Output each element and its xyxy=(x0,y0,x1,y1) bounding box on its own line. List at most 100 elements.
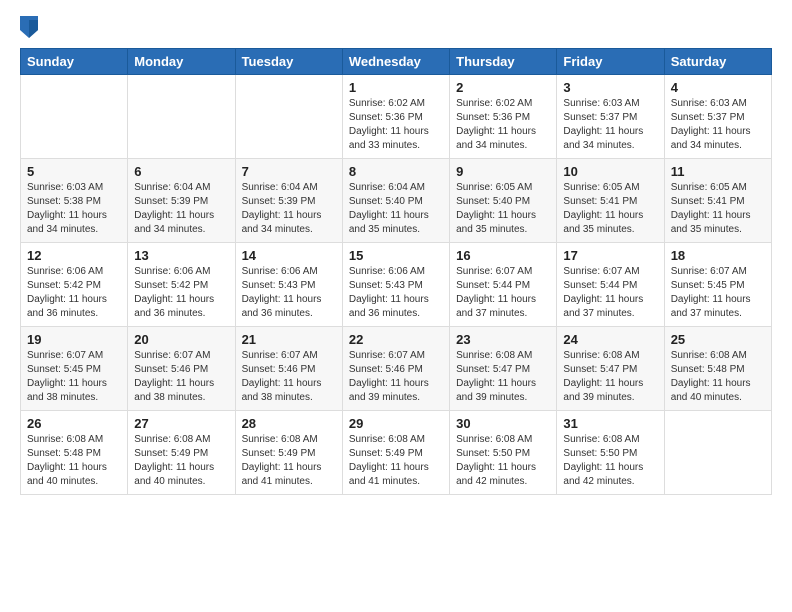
day-info: Sunrise: 6:04 AMSunset: 5:40 PMDaylight:… xyxy=(349,181,443,237)
day-number: 14 xyxy=(242,248,336,263)
calendar-cell: 23 Sunrise: 6:08 AMSunset: 5:47 PMDayligh… xyxy=(450,327,557,411)
day-info: Sunrise: 6:08 AMSunset: 5:49 PMDaylight:… xyxy=(242,433,336,489)
day-info: Sunrise: 6:08 AMSunset: 5:49 PMDaylight:… xyxy=(134,433,228,489)
calendar-cell: 15 Sunrise: 6:06 AMSunset: 5:43 PMDayligh… xyxy=(342,243,449,327)
calendar-cell: 31Sunrise: 6:08 AMSunset: 5:50 PMDayligh… xyxy=(557,411,664,495)
day-number: 17 xyxy=(563,248,657,263)
day-info: Sunrise: 6:08 AMSunset: 5:48 PMDaylight:… xyxy=(671,349,765,405)
calendar-cell: 1 Sunrise: 6:02 AMSunset: 5:36 PMDaylight… xyxy=(342,75,449,159)
day-info: Sunrise: 6:06 AMSunset: 5:42 PMDaylight:… xyxy=(27,265,121,321)
calendar-cell: 24 Sunrise: 6:08 AMSunset: 5:47 PMDayligh… xyxy=(557,327,664,411)
day-number: 27 xyxy=(134,416,228,431)
day-number: 28 xyxy=(242,416,336,431)
weekday-header-saturday: Saturday xyxy=(664,49,771,75)
calendar-cell: 8 Sunrise: 6:04 AMSunset: 5:40 PMDaylight… xyxy=(342,159,449,243)
day-info: Sunrise: 6:06 AMSunset: 5:43 PMDaylight:… xyxy=(242,265,336,321)
weekday-header-monday: Monday xyxy=(128,49,235,75)
day-info: Sunrise: 6:02 AMSunset: 5:36 PMDaylight:… xyxy=(456,97,550,153)
day-number: 20 xyxy=(134,332,228,347)
day-info: Sunrise: 6:08 AMSunset: 5:47 PMDaylight:… xyxy=(563,349,657,405)
day-info: Sunrise: 6:07 AMSunset: 5:45 PMDaylight:… xyxy=(27,349,121,405)
day-info: Sunrise: 6:04 AMSunset: 5:39 PMDaylight:… xyxy=(134,181,228,237)
day-number: 5 xyxy=(27,164,121,179)
day-number: 30 xyxy=(456,416,550,431)
week-row-2: 12 Sunrise: 6:06 AMSunset: 5:42 PMDayligh… xyxy=(21,243,772,327)
day-number: 15 xyxy=(349,248,443,263)
day-number: 19 xyxy=(27,332,121,347)
day-info: Sunrise: 6:08 AMSunset: 5:47 PMDaylight:… xyxy=(456,349,550,405)
day-info: Sunrise: 6:02 AMSunset: 5:36 PMDaylight:… xyxy=(349,97,443,153)
day-info: Sunrise: 6:08 AMSunset: 5:50 PMDaylight:… xyxy=(456,433,550,489)
day-number: 16 xyxy=(456,248,550,263)
day-number: 2 xyxy=(456,80,550,95)
day-number: 3 xyxy=(563,80,657,95)
week-row-3: 19 Sunrise: 6:07 AMSunset: 5:45 PMDayligh… xyxy=(21,327,772,411)
weekday-header-tuesday: Tuesday xyxy=(235,49,342,75)
calendar-cell: 5Sunrise: 6:03 AMSunset: 5:38 PMDaylight… xyxy=(21,159,128,243)
weekday-header-row: SundayMondayTuesdayWednesdayThursdayFrid… xyxy=(21,49,772,75)
day-info: Sunrise: 6:03 AMSunset: 5:37 PMDaylight:… xyxy=(563,97,657,153)
day-number: 9 xyxy=(456,164,550,179)
calendar-cell: 11 Sunrise: 6:05 AMSunset: 5:41 PMDayligh… xyxy=(664,159,771,243)
calendar-cell xyxy=(235,75,342,159)
calendar-table: SundayMondayTuesdayWednesdayThursdayFrid… xyxy=(20,48,772,495)
calendar-cell: 26Sunrise: 6:08 AMSunset: 5:48 PMDayligh… xyxy=(21,411,128,495)
week-row-0: 1 Sunrise: 6:02 AMSunset: 5:36 PMDaylight… xyxy=(21,75,772,159)
calendar-cell: 10Sunrise: 6:05 AMSunset: 5:41 PMDayligh… xyxy=(557,159,664,243)
logo xyxy=(20,16,42,38)
day-info: Sunrise: 6:05 AMSunset: 5:40 PMDaylight:… xyxy=(456,181,550,237)
calendar-cell: 18 Sunrise: 6:07 AMSunset: 5:45 PMDayligh… xyxy=(664,243,771,327)
day-info: Sunrise: 6:07 AMSunset: 5:46 PMDaylight:… xyxy=(242,349,336,405)
day-info: Sunrise: 6:07 AMSunset: 5:46 PMDaylight:… xyxy=(349,349,443,405)
day-info: Sunrise: 6:07 AMSunset: 5:44 PMDaylight:… xyxy=(563,265,657,321)
day-number: 13 xyxy=(134,248,228,263)
calendar-cell: 6Sunrise: 6:04 AMSunset: 5:39 PMDaylight… xyxy=(128,159,235,243)
day-number: 12 xyxy=(27,248,121,263)
day-number: 23 xyxy=(456,332,550,347)
day-number: 24 xyxy=(563,332,657,347)
calendar-cell: 21 Sunrise: 6:07 AMSunset: 5:46 PMDayligh… xyxy=(235,327,342,411)
day-number: 18 xyxy=(671,248,765,263)
calendar-cell: 2 Sunrise: 6:02 AMSunset: 5:36 PMDaylight… xyxy=(450,75,557,159)
day-info: Sunrise: 6:07 AMSunset: 5:45 PMDaylight:… xyxy=(671,265,765,321)
calendar-cell: 29Sunrise: 6:08 AMSunset: 5:49 PMDayligh… xyxy=(342,411,449,495)
day-number: 8 xyxy=(349,164,443,179)
calendar-cell: 4 Sunrise: 6:03 AMSunset: 5:37 PMDaylight… xyxy=(664,75,771,159)
calendar-cell: 9 Sunrise: 6:05 AMSunset: 5:40 PMDaylight… xyxy=(450,159,557,243)
day-info: Sunrise: 6:08 AMSunset: 5:49 PMDaylight:… xyxy=(349,433,443,489)
calendar-cell xyxy=(128,75,235,159)
day-number: 4 xyxy=(671,80,765,95)
calendar-cell xyxy=(21,75,128,159)
calendar-cell: 14 Sunrise: 6:06 AMSunset: 5:43 PMDayligh… xyxy=(235,243,342,327)
day-info: Sunrise: 6:04 AMSunset: 5:39 PMDaylight:… xyxy=(242,181,336,237)
weekday-header-thursday: Thursday xyxy=(450,49,557,75)
day-number: 22 xyxy=(349,332,443,347)
calendar-cell: 30 Sunrise: 6:08 AMSunset: 5:50 PMDayligh… xyxy=(450,411,557,495)
day-info: Sunrise: 6:06 AMSunset: 5:43 PMDaylight:… xyxy=(349,265,443,321)
day-number: 10 xyxy=(563,164,657,179)
page-container: SundayMondayTuesdayWednesdayThursdayFrid… xyxy=(0,0,792,505)
day-info: Sunrise: 6:07 AMSunset: 5:46 PMDaylight:… xyxy=(134,349,228,405)
calendar-cell: 13Sunrise: 6:06 AMSunset: 5:42 PMDayligh… xyxy=(128,243,235,327)
calendar-cell: 22 Sunrise: 6:07 AMSunset: 5:46 PMDayligh… xyxy=(342,327,449,411)
week-row-1: 5Sunrise: 6:03 AMSunset: 5:38 PMDaylight… xyxy=(21,159,772,243)
day-number: 25 xyxy=(671,332,765,347)
calendar-cell: 7 Sunrise: 6:04 AMSunset: 5:39 PMDaylight… xyxy=(235,159,342,243)
day-info: Sunrise: 6:05 AMSunset: 5:41 PMDaylight:… xyxy=(671,181,765,237)
calendar-cell: 19 Sunrise: 6:07 AMSunset: 5:45 PMDayligh… xyxy=(21,327,128,411)
calendar-cell: 25 Sunrise: 6:08 AMSunset: 5:48 PMDayligh… xyxy=(664,327,771,411)
day-info: Sunrise: 6:07 AMSunset: 5:44 PMDaylight:… xyxy=(456,265,550,321)
week-row-4: 26Sunrise: 6:08 AMSunset: 5:48 PMDayligh… xyxy=(21,411,772,495)
day-number: 21 xyxy=(242,332,336,347)
page-header xyxy=(20,16,772,38)
day-number: 7 xyxy=(242,164,336,179)
day-number: 31 xyxy=(563,416,657,431)
day-info: Sunrise: 6:08 AMSunset: 5:48 PMDaylight:… xyxy=(27,433,121,489)
calendar-cell: 3 Sunrise: 6:03 AMSunset: 5:37 PMDaylight… xyxy=(557,75,664,159)
calendar-cell: 28 Sunrise: 6:08 AMSunset: 5:49 PMDayligh… xyxy=(235,411,342,495)
calendar-cell: 27 Sunrise: 6:08 AMSunset: 5:49 PMDayligh… xyxy=(128,411,235,495)
day-number: 1 xyxy=(349,80,443,95)
day-number: 11 xyxy=(671,164,765,179)
day-info: Sunrise: 6:03 AMSunset: 5:37 PMDaylight:… xyxy=(671,97,765,153)
calendar-cell: 20 Sunrise: 6:07 AMSunset: 5:46 PMDayligh… xyxy=(128,327,235,411)
